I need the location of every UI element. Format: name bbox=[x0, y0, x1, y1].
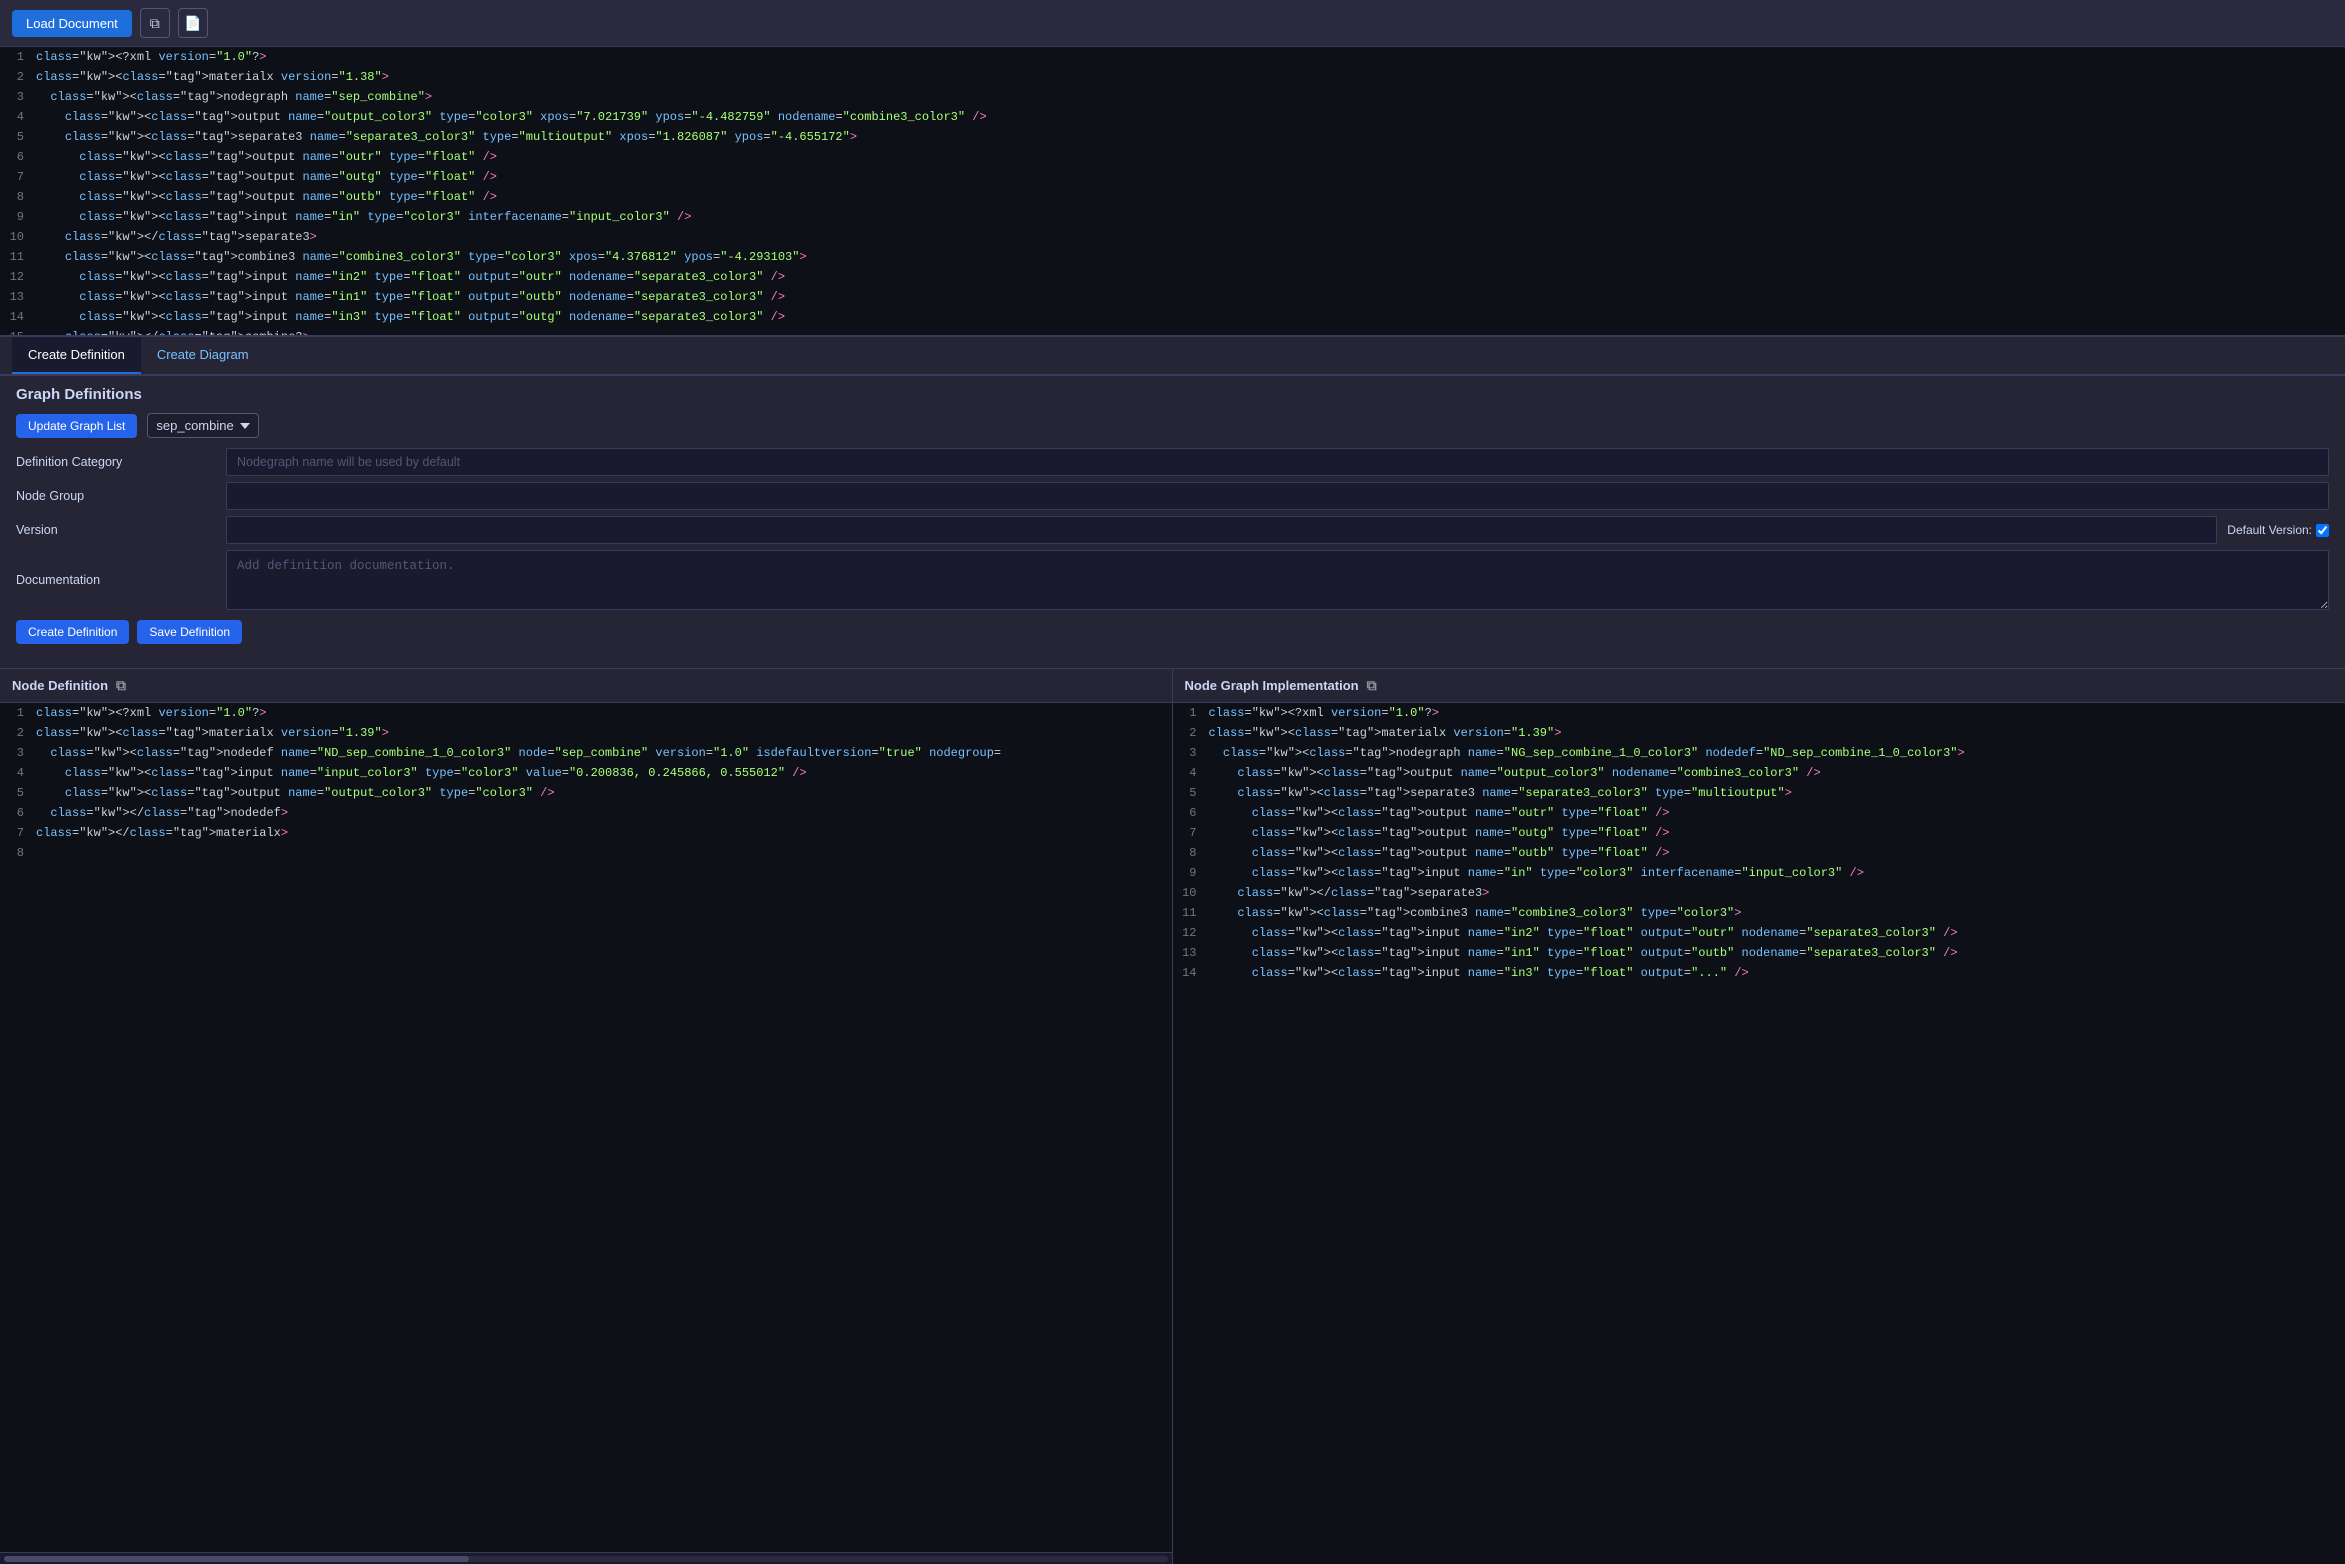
documentation-label: Documentation bbox=[16, 567, 226, 593]
table-row: 6 class="kw"><class="tag">output name="o… bbox=[0, 147, 2345, 167]
tabs-bar: Create Definition Create Diagram bbox=[0, 337, 2345, 375]
version-row: 1.0 Default Version: bbox=[226, 516, 2329, 544]
table-row: 2class="kw"><class="tag">materialx versi… bbox=[0, 723, 1172, 743]
table-row: 8 class="kw"><class="tag">output name="o… bbox=[1173, 843, 2345, 863]
table-row: 1class="kw"><?xml version="1.0"?> bbox=[1173, 703, 2345, 723]
table-row: 5 class="kw"><class="tag">separate3 name… bbox=[0, 127, 2345, 147]
table-row: 4 class="kw"><class="tag">input name="in… bbox=[0, 763, 1172, 783]
node-def-track bbox=[4, 1556, 1168, 1562]
table-row: 2class="kw"><class="tag">materialx versi… bbox=[1173, 723, 2345, 743]
default-version-label: Default Version: bbox=[2227, 523, 2329, 537]
node-graph-copy-icon[interactable]: ⧉ bbox=[1367, 677, 1377, 694]
node-definition-panel: Node Definition ⧉ 1class="kw"><?xml vers… bbox=[0, 668, 1173, 1564]
toolbar: Load Document ⧉ 📄 bbox=[0, 0, 2345, 47]
tabs-section: Create Definition Create Diagram bbox=[0, 337, 2345, 376]
table-row: 9 class="kw"><class="tag">input name="in… bbox=[1173, 863, 2345, 883]
table-row: 4 class="kw"><class="tag">output name="o… bbox=[1173, 763, 2345, 783]
node-graph-code: 1class="kw"><?xml version="1.0"?>2class=… bbox=[1173, 703, 2345, 1564]
table-row: 3 class="kw"><class="tag">nodegraph name… bbox=[0, 87, 2345, 107]
graph-select[interactable]: sep_combine bbox=[147, 413, 259, 438]
table-row: 10 class="kw"></class="tag">separate3> bbox=[1173, 883, 2345, 903]
node-def-scrollbar[interactable] bbox=[0, 1552, 1172, 1564]
table-row: 13 class="kw"><class="tag">input name="i… bbox=[0, 287, 2345, 307]
top-code-editor: 1class="kw"><?xml version="1.0"?>2class=… bbox=[0, 47, 2345, 337]
table-row: 13 class="kw"><class="tag">input name="i… bbox=[1173, 943, 2345, 963]
def-category-label: Definition Category bbox=[16, 449, 226, 475]
table-row: 4 class="kw"><class="tag">output name="o… bbox=[0, 107, 2345, 127]
action-buttons: Create Definition Save Definition bbox=[16, 620, 2329, 644]
table-row: 1class="kw"><?xml version="1.0"?> bbox=[0, 703, 1172, 723]
table-row: 11 class="kw"><class="tag">combine3 name… bbox=[0, 247, 2345, 267]
load-document-button[interactable]: Load Document bbox=[12, 10, 132, 37]
table-row: 12 class="kw"><class="tag">input name="i… bbox=[0, 267, 2345, 287]
tab-create-definition[interactable]: Create Definition bbox=[12, 337, 141, 374]
node-definition-title: Node Definition bbox=[12, 678, 108, 693]
table-row: 1class="kw"><?xml version="1.0"?> bbox=[0, 47, 2345, 67]
section-title: Graph Definitions bbox=[16, 386, 2329, 403]
table-row: 6 class="kw"></class="tag">nodedef> bbox=[0, 803, 1172, 823]
node-definition-header: Node Definition ⧉ bbox=[0, 669, 1172, 703]
table-row: 6 class="kw"><class="tag">output name="o… bbox=[1173, 803, 2345, 823]
table-row: 2class="kw"><class="tag">materialx versi… bbox=[0, 67, 2345, 87]
graph-definitions-section: Graph Definitions Update Graph List sep_… bbox=[0, 376, 2345, 668]
table-row: 8 class="kw"><class="tag">output name="o… bbox=[0, 187, 2345, 207]
table-row: 11 class="kw"><class="tag">combine3 name… bbox=[1173, 903, 2345, 923]
table-row: 12 class="kw"><class="tag">input name="i… bbox=[1173, 923, 2345, 943]
table-row: 5 class="kw"><class="tag">separate3 name… bbox=[1173, 783, 2345, 803]
copy-icon-1: ⧉ bbox=[150, 15, 160, 32]
table-row: 15 class="kw"></class="tag">combine3> bbox=[0, 327, 2345, 337]
def-category-input[interactable] bbox=[226, 448, 2329, 476]
table-row: 8 bbox=[0, 843, 1172, 863]
table-row: 14 class="kw"><class="tag">input name="i… bbox=[1173, 963, 2345, 983]
version-input[interactable]: 1.0 bbox=[226, 516, 2217, 544]
middle-section: Create Definition Create Diagram Graph D… bbox=[0, 337, 2345, 668]
create-definition-button[interactable]: Create Definition bbox=[16, 620, 129, 644]
table-row: 10 class="kw"></class="tag">separate3> bbox=[0, 227, 2345, 247]
node-def-thumb bbox=[4, 1556, 469, 1562]
bottom-section: Node Definition ⧉ 1class="kw"><?xml vers… bbox=[0, 668, 2345, 1564]
table-row: 7 class="kw"><class="tag">output name="o… bbox=[1173, 823, 2345, 843]
default-version-checkbox[interactable] bbox=[2316, 524, 2329, 537]
documentation-textarea[interactable] bbox=[226, 550, 2329, 610]
node-graph-title: Node Graph Implementation bbox=[1185, 678, 1359, 693]
table-row: 3 class="kw"><class="tag">nodegraph name… bbox=[1173, 743, 2345, 763]
node-definition-code: 1class="kw"><?xml version="1.0"?>2class=… bbox=[0, 703, 1172, 1552]
new-button[interactable]: 📄 bbox=[178, 8, 208, 38]
node-graph-header: Node Graph Implementation ⧉ bbox=[1173, 669, 2345, 703]
tab-create-diagram[interactable]: Create Diagram bbox=[141, 337, 265, 374]
bottom-panels: Node Definition ⧉ 1class="kw"><?xml vers… bbox=[0, 668, 2345, 1564]
table-row: 7 class="kw"><class="tag">output name="o… bbox=[0, 167, 2345, 187]
node-group-input[interactable]: procedural bbox=[226, 482, 2329, 510]
update-graph-list-button[interactable]: Update Graph List bbox=[16, 414, 137, 438]
graph-controls-row: Update Graph List sep_combine bbox=[16, 413, 2329, 438]
table-row: 9 class="kw"><class="tag">input name="in… bbox=[0, 207, 2345, 227]
node-group-label: Node Group bbox=[16, 483, 226, 509]
table-row: 14 class="kw"><class="tag">input name="i… bbox=[0, 307, 2345, 327]
node-definition-copy-icon[interactable]: ⧉ bbox=[116, 677, 126, 694]
definition-form: Definition Category Node Group procedura… bbox=[16, 448, 2329, 610]
table-row: 5 class="kw"><class="tag">output name="o… bbox=[0, 783, 1172, 803]
table-row: 3 class="kw"><class="tag">nodedef name="… bbox=[0, 743, 1172, 763]
copy-button-1[interactable]: ⧉ bbox=[140, 8, 170, 38]
node-graph-panel: Node Graph Implementation ⧉ 1class="kw">… bbox=[1173, 668, 2345, 1564]
table-row: 7class="kw"></class="tag">materialx> bbox=[0, 823, 1172, 843]
save-definition-button[interactable]: Save Definition bbox=[137, 620, 242, 644]
new-icon: 📄 bbox=[184, 15, 201, 32]
version-label: Version bbox=[16, 517, 226, 543]
